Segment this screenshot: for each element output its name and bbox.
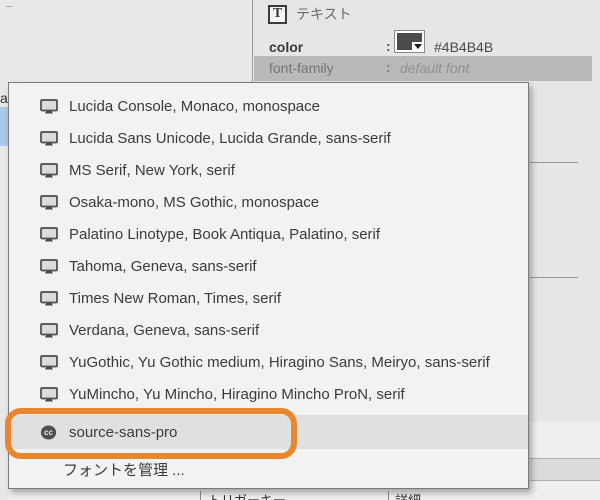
column-header-trigger-key: トリガーキー [208, 490, 286, 500]
font-option-label: YuGothic, Yu Gothic medium, Hiragino San… [69, 353, 490, 371]
monitor-icon [40, 98, 58, 114]
column-header-detail: 詳細 [395, 490, 421, 500]
color-swatch-dropdown[interactable] [412, 42, 423, 51]
font-family-value[interactable]: default font [400, 60, 469, 76]
font-family-separator: : [386, 59, 391, 75]
css-properties-panel: T テキスト color : #4B4B4B font-family : def… [252, 0, 600, 82]
font-option[interactable]: Times New Roman, Times, serif [9, 282, 528, 314]
font-option[interactable]: Palatino Linotype, Book Antiqua, Palatin… [9, 218, 528, 250]
column-divider [200, 491, 201, 500]
chevron-down-icon [413, 44, 422, 49]
font-family-label: font-family [269, 60, 334, 76]
monitor-icon [40, 258, 58, 274]
color-separator: : [386, 38, 391, 54]
monitor-icon [40, 322, 58, 338]
font-option-label: YuMincho, Yu Mincho, Hiragino Mincho Pro… [69, 385, 405, 403]
font-option[interactable]: Lucida Sans Unicode, Lucida Grande, sans… [9, 122, 528, 154]
font-option-label: MS Serif, New York, serif [69, 161, 235, 179]
font-family-dropdown-menu: Lucida Console, Monaco, monospace Lucida… [8, 82, 529, 489]
monitor-icon [40, 194, 58, 210]
font-family-row[interactable]: font-family : default font [254, 56, 592, 81]
manage-fonts-option[interactable]: フォントを管理 ... [9, 453, 528, 485]
font-option-label: Times New Roman, Times, serif [69, 289, 281, 307]
monitor-icon [40, 290, 58, 306]
manage-fonts-label: フォントを管理 ... [63, 461, 185, 479]
font-option-label: Lucida Console, Monaco, monospace [69, 97, 320, 115]
monitor-icon [40, 386, 58, 402]
svg-text:cc: cc [44, 428, 53, 437]
font-option[interactable]: MS Serif, New York, serif [9, 154, 528, 186]
panel-divider [530, 277, 578, 278]
monitor-icon [40, 162, 58, 178]
font-option[interactable]: Osaka-mono, MS Gothic, monospace [9, 186, 528, 218]
dreamweaver-css-designer-screenshot: a T テキスト color : #4B4B4B font-family : d… [0, 0, 600, 500]
text-section-title: テキスト [296, 6, 352, 22]
color-swatch[interactable] [394, 30, 425, 53]
creative-cloud-icon: cc [40, 425, 58, 440]
monitor-icon [40, 354, 58, 370]
font-option[interactable]: Lucida Console, Monaco, monospace [9, 90, 528, 122]
panel-row-band [530, 458, 600, 481]
panel-divider [530, 162, 578, 163]
font-option-label: Verdana, Geneva, sans-serif [69, 321, 260, 339]
color-value[interactable]: #4B4B4B [434, 39, 493, 55]
font-option-label: source-sans-pro [69, 423, 178, 441]
text-section-icon: T [268, 4, 287, 24]
color-property-label: color [269, 39, 304, 55]
font-option[interactable]: YuGothic, Yu Gothic medium, Hiragino San… [9, 346, 528, 378]
panel-background [530, 82, 600, 500]
column-divider [388, 491, 389, 500]
font-option[interactable]: Verdana, Geneva, sans-serif [9, 314, 528, 346]
monitor-icon [40, 226, 58, 242]
font-option-label: Tahoma, Geneva, sans-serif [69, 257, 257, 275]
font-option[interactable]: Tahoma, Geneva, sans-serif [9, 250, 528, 282]
font-option-label: Osaka-mono, MS Gothic, monospace [69, 193, 320, 211]
font-option[interactable]: YuMincho, Yu Mincho, Hiragino Mincho Pro… [9, 378, 528, 410]
font-option-label: Palatino Linotype, Book Antiqua, Palatin… [69, 225, 381, 243]
monitor-icon [40, 130, 58, 146]
text-section-header: T テキスト [268, 4, 352, 24]
clipped-text-fragment [0, 0, 14, 7]
font-option-source-sans-pro[interactable]: cc source-sans-pro [9, 415, 528, 449]
font-option-label: Lucida Sans Unicode, Lucida Grande, sans… [69, 129, 391, 147]
